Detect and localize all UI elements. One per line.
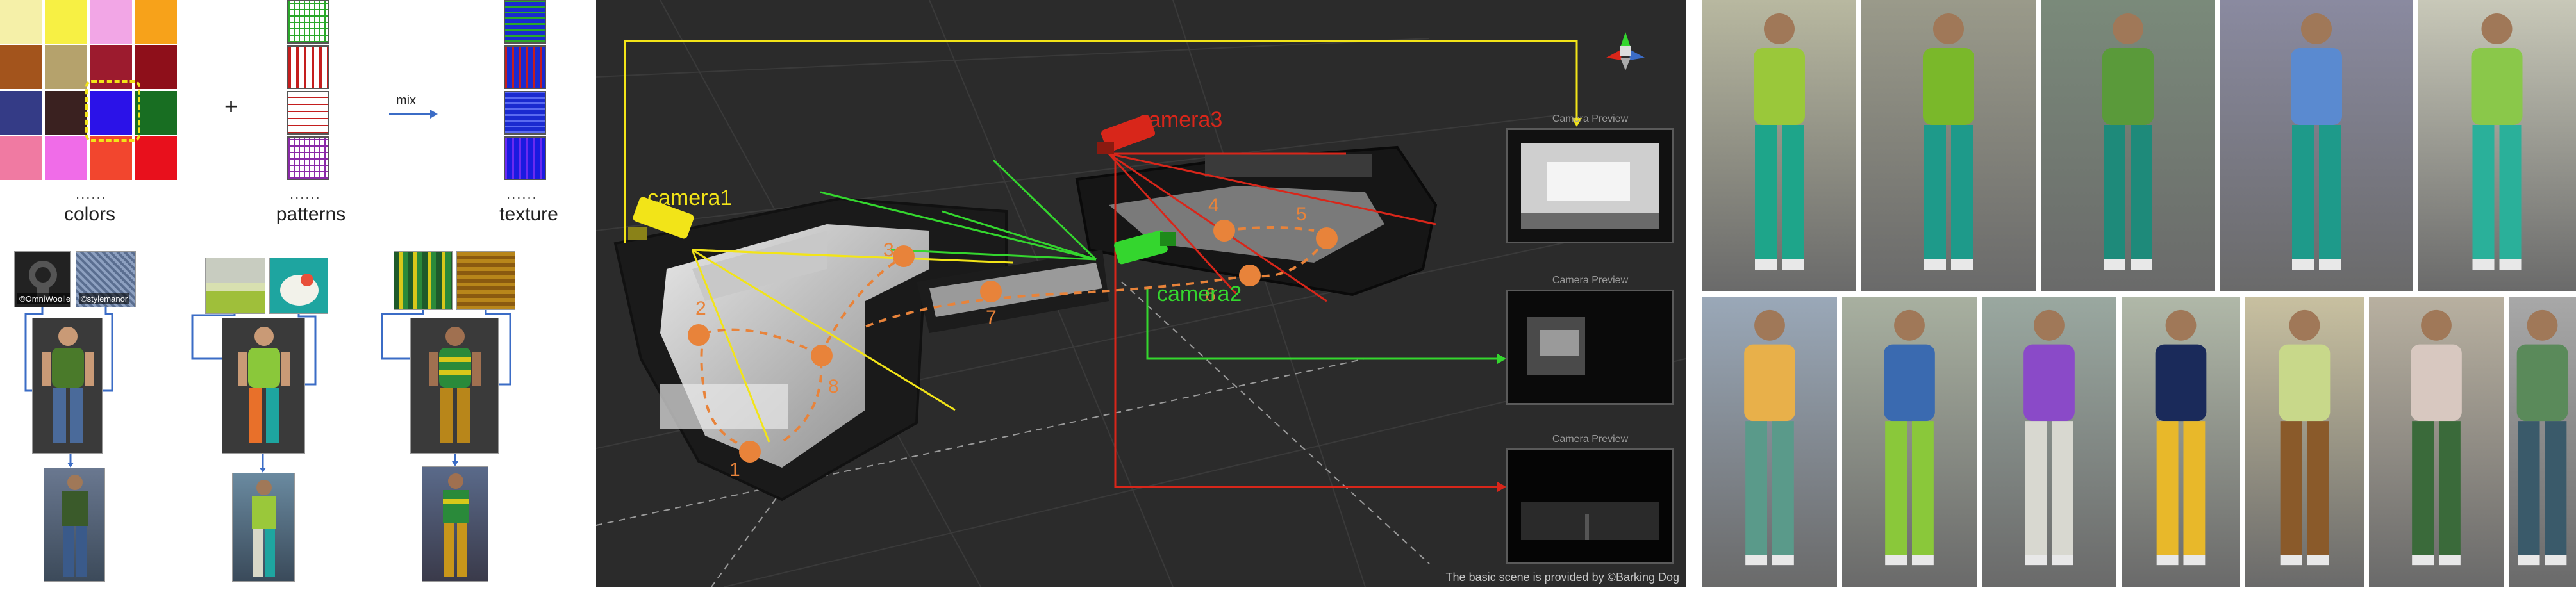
person-crop — [2245, 297, 2364, 587]
person-crop — [1842, 297, 1977, 587]
trajectory-point — [1213, 220, 1235, 242]
texture-generation-panel: ...... colors + ...... patterns mix ....… — [0, 0, 577, 587]
camera2-label: camera2 — [1157, 282, 1242, 306]
trajectory-number: 8 — [828, 376, 839, 397]
person-crop — [2220, 0, 2413, 291]
trajectory-point — [688, 324, 710, 346]
person-crop — [1702, 297, 1837, 587]
person-crop — [2122, 297, 2240, 587]
trajectory-number: 2 — [695, 298, 706, 319]
person-gallery — [1702, 0, 2576, 587]
person-crop — [1702, 0, 1856, 291]
trajectory-number: 3 — [883, 240, 894, 261]
preview-title: Camera Preview — [1552, 434, 1629, 445]
trajectory-number: 4 — [1208, 195, 1219, 216]
person-crop — [2369, 297, 2504, 587]
trajectory-point — [739, 441, 761, 463]
camera3-label: camera3 — [1138, 108, 1223, 132]
trajectory-point — [1239, 265, 1261, 286]
camera1-label: camera1 — [647, 186, 733, 210]
axis-gizmo-icon — [1606, 32, 1645, 70]
pipeline-connectors — [24, 307, 511, 473]
trajectory-point — [1316, 227, 1338, 249]
trajectory-point — [893, 245, 915, 267]
trajectory-number: 7 — [986, 307, 997, 328]
scene-viewport: 12345678 camera1 camera2 camera3 Camera … — [595, 0, 1686, 587]
trajectory-point — [980, 281, 1002, 302]
camera-preview-3: Camera Preview — [1506, 434, 1674, 564]
left-room-model — [613, 197, 1008, 502]
camera-preview-1: Camera Preview — [1506, 113, 1674, 243]
trajectory-point — [811, 345, 833, 366]
person-crop — [2418, 0, 2576, 291]
camera-preview-2: Camera Preview — [1506, 275, 1674, 405]
scene-credit: The basic scene is provided by ©Barking … — [1445, 571, 1679, 584]
person-crop — [2041, 0, 2215, 291]
person-crop — [1982, 297, 2116, 587]
trajectory-number: 1 — [729, 459, 740, 480]
person-crop — [1861, 0, 2036, 291]
person-crop — [2509, 297, 2576, 587]
preview-title: Camera Preview — [1552, 275, 1629, 286]
trajectory-number: 5 — [1296, 204, 1307, 225]
preview-title: Camera Preview — [1552, 113, 1629, 124]
